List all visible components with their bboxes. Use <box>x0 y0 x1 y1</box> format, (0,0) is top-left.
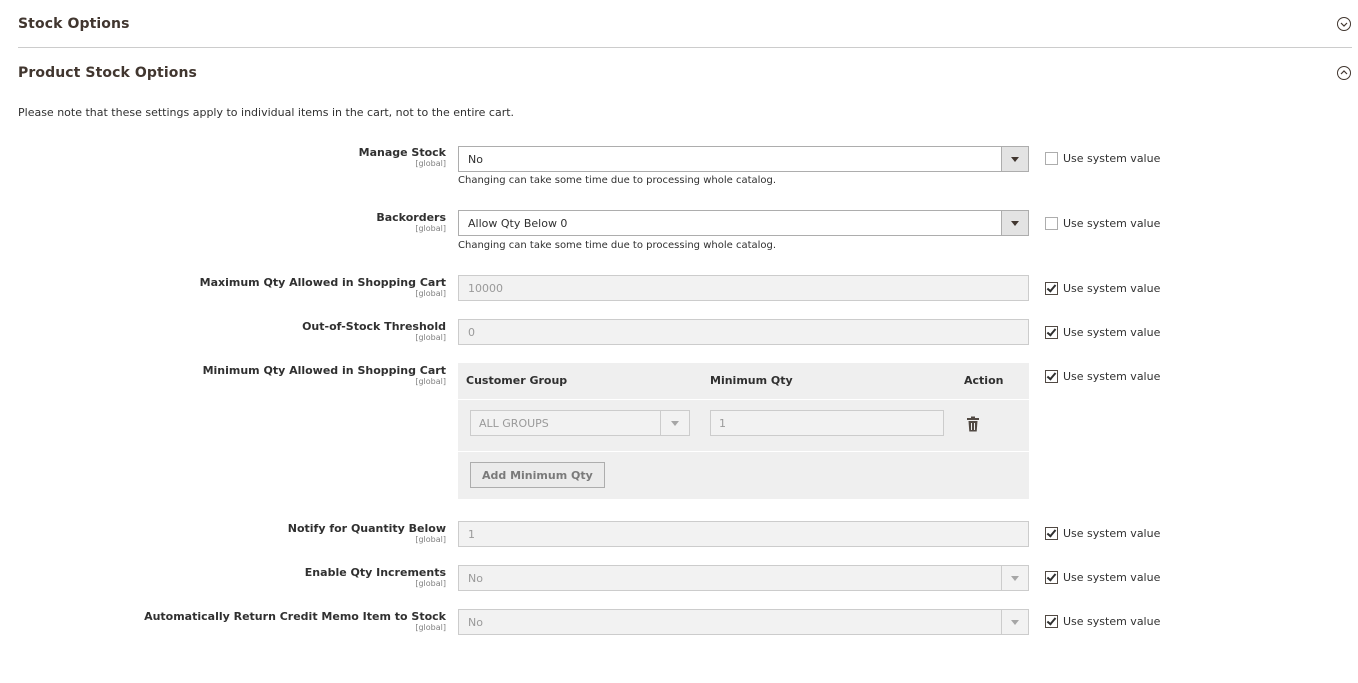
max-qty-label: Maximum Qty Allowed in Shopping Cart [gl… <box>199 276 446 299</box>
oos-threshold-use-system[interactable]: Use system value <box>1045 326 1160 339</box>
max-qty-use-system[interactable]: Use system value <box>1045 282 1160 295</box>
credit-memo-use-system[interactable]: Use system value <box>1045 615 1160 628</box>
oos-threshold-label: Out-of-Stock Threshold [global] <box>302 320 446 343</box>
backorders-label: Backorders [global] <box>376 211 446 234</box>
product-stock-options-title: Product Stock Options <box>18 65 197 81</box>
column-customer-group: Customer Group <box>466 374 568 387</box>
manage-stock-select[interactable]: No <box>458 146 1029 172</box>
use-system-checkbox[interactable] <box>1045 571 1058 584</box>
chevron-up-circle-icon[interactable] <box>1336 65 1352 81</box>
backorders-use-system[interactable]: Use system value <box>1045 217 1160 230</box>
use-system-checkbox[interactable] <box>1045 615 1058 628</box>
backorders-help: Changing can take some time due to proce… <box>458 240 777 251</box>
use-system-checkbox[interactable] <box>1045 282 1058 295</box>
notify-qty-label: Notify for Quantity Below [global] <box>287 522 446 545</box>
min-qty-grid: Customer Group Minimum Qty Action ALL GR… <box>458 363 1029 499</box>
use-system-checkbox[interactable] <box>1045 217 1058 230</box>
credit-memo-select[interactable]: No <box>458 609 1029 635</box>
column-minimum-qty: Minimum Qty <box>710 374 793 387</box>
min-qty-label: Minimum Qty Allowed in Shopping Cart [gl… <box>202 364 446 387</box>
minimum-qty-input[interactable]: 1 <box>710 410 944 436</box>
qty-increments-label: Enable Qty Increments [global] <box>304 566 446 589</box>
notify-qty-use-system[interactable]: Use system value <box>1045 527 1160 540</box>
stock-options-header[interactable]: Stock Options <box>18 0 1352 48</box>
backorders-select[interactable]: Allow Qty Below 0 <box>458 210 1029 236</box>
notify-qty-input[interactable]: 1 <box>458 521 1029 547</box>
dropdown-arrow-icon[interactable] <box>1001 211 1028 235</box>
manage-stock-help: Changing can take some time due to proce… <box>458 175 777 186</box>
customer-group-select[interactable]: ALL GROUPS <box>470 410 690 436</box>
manage-stock-use-system[interactable]: Use system value <box>1045 152 1160 165</box>
chevron-down-circle-icon[interactable] <box>1336 16 1352 32</box>
dropdown-arrow-icon[interactable] <box>1001 147 1028 171</box>
credit-memo-label: Automatically Return Credit Memo Item to… <box>144 610 446 633</box>
dropdown-arrow-icon[interactable] <box>1001 566 1028 590</box>
use-system-checkbox[interactable] <box>1045 370 1058 383</box>
use-system-checkbox[interactable] <box>1045 326 1058 339</box>
section-divider <box>18 47 1352 48</box>
manage-stock-label: Manage Stock [global] <box>358 146 446 169</box>
qty-increments-select[interactable]: No <box>458 565 1029 591</box>
product-stock-options-header[interactable]: Product Stock Options <box>18 49 1352 97</box>
qty-increments-use-system[interactable]: Use system value <box>1045 571 1160 584</box>
add-minimum-qty-button[interactable]: Add Minimum Qty <box>470 462 605 488</box>
dropdown-arrow-icon[interactable] <box>660 411 689 435</box>
max-qty-input[interactable]: 10000 <box>458 275 1029 301</box>
min-qty-use-system[interactable]: Use system value <box>1045 370 1160 383</box>
trash-icon[interactable] <box>966 416 980 432</box>
column-action: Action <box>964 374 1004 387</box>
oos-threshold-input[interactable]: 0 <box>458 319 1029 345</box>
use-system-checkbox[interactable] <box>1045 527 1058 540</box>
use-system-checkbox[interactable] <box>1045 152 1058 165</box>
stock-options-title: Stock Options <box>18 16 130 32</box>
table-row: ALL GROUPS 1 <box>458 400 1029 452</box>
dropdown-arrow-icon[interactable] <box>1001 610 1028 634</box>
settings-note: Please note that these settings apply to… <box>18 106 515 119</box>
grid-header: Customer Group Minimum Qty Action <box>458 363 1029 400</box>
